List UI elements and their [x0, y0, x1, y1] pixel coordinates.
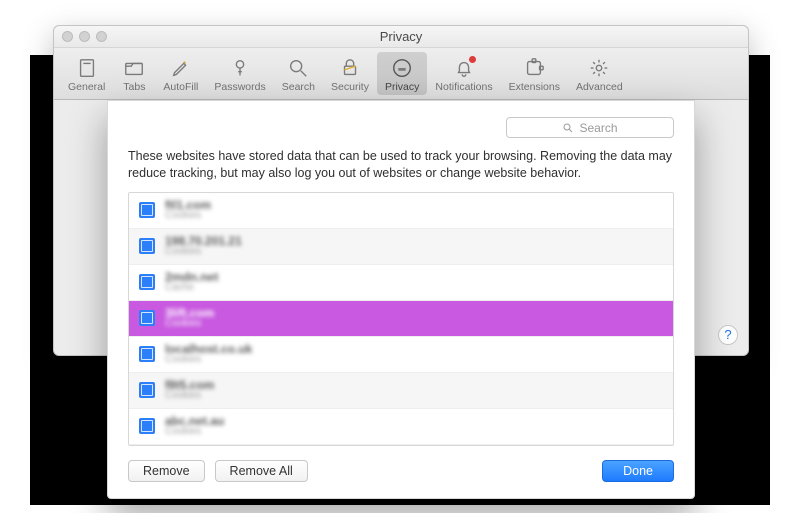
minimize-window-button[interactable] [79, 31, 90, 42]
site-icon [139, 418, 155, 434]
tab-label: General [68, 81, 105, 93]
sheet-button-bar: Remove Remove All Done [128, 460, 674, 482]
tab-label: Privacy [385, 81, 419, 93]
close-window-button[interactable] [62, 31, 73, 42]
list-item[interactable]: localhost.co.ukCookies [129, 337, 673, 373]
zoom-window-button[interactable] [96, 31, 107, 42]
help-button[interactable]: ? [718, 325, 738, 345]
tab-search[interactable]: Search [274, 52, 323, 95]
site-icon [139, 238, 155, 254]
remove-all-button[interactable]: Remove All [215, 460, 308, 482]
tab-extensions[interactable]: Extensions [501, 52, 568, 95]
tab-tabs[interactable]: Tabs [113, 52, 155, 95]
search-placeholder: Search [579, 121, 617, 135]
search-icon [562, 122, 574, 134]
site-icon [139, 310, 155, 326]
tab-label: AutoFill [163, 81, 198, 93]
site-icon [139, 346, 155, 362]
tab-label: Extensions [509, 81, 560, 93]
list-item[interactable]: abc.net.auCookies [129, 409, 673, 445]
tab-label: Tabs [123, 81, 145, 93]
tab-privacy[interactable]: Privacy [377, 52, 427, 95]
list-item[interactable]: 198.70.201.21Cookies [129, 229, 673, 265]
site-detail: Cookies [165, 319, 214, 330]
titlebar: Privacy [54, 26, 748, 48]
tab-label: Advanced [576, 81, 623, 93]
passwords-icon [227, 55, 253, 81]
window-controls [62, 31, 107, 42]
tab-notifications[interactable]: Notifications [427, 52, 500, 95]
window-title: Privacy [54, 26, 748, 48]
list-item[interactable]: 3lift.comCookies [129, 301, 673, 337]
tab-label: Security [331, 81, 369, 93]
tab-label: Search [282, 81, 315, 93]
site-detail: Cookies [165, 427, 224, 438]
advanced-icon [586, 55, 612, 81]
security-icon [337, 55, 363, 81]
website-data-sheet: Search These websites have stored data t… [107, 100, 695, 499]
site-detail: Cookies [165, 391, 214, 402]
list-item[interactable]: f8t5.comCookies [129, 373, 673, 409]
site-detail: Cache [165, 283, 218, 294]
site-icon [139, 202, 155, 218]
tab-passwords[interactable]: Passwords [206, 52, 273, 95]
extensions-icon [521, 55, 547, 81]
website-data-list[interactable]: ftl1.comCookies 198.70.201.21Cookies 2md… [128, 192, 674, 446]
list-item[interactable]: ftl1.comCookies [129, 193, 673, 229]
tab-label: Passwords [214, 81, 265, 93]
preferences-toolbar: General Tabs AutoFill Passwords Search S… [54, 48, 748, 100]
search-icon [285, 55, 311, 81]
tabs-icon [121, 55, 147, 81]
notifications-icon [451, 55, 477, 81]
tab-label: Notifications [435, 81, 492, 93]
site-detail: Cookies [165, 247, 242, 258]
site-icon [139, 274, 155, 290]
site-detail: Cookies [165, 211, 211, 222]
badge-icon [469, 56, 476, 63]
tab-advanced[interactable]: Advanced [568, 52, 631, 95]
sheet-description: These websites have stored data that can… [128, 148, 674, 182]
list-item[interactable]: 2mdn.netCache [129, 265, 673, 301]
site-detail: Cookies [165, 355, 252, 366]
search-input[interactable]: Search [506, 117, 674, 138]
privacy-icon [389, 55, 415, 81]
tab-general[interactable]: General [60, 52, 113, 95]
remove-button[interactable]: Remove [128, 460, 205, 482]
site-icon [139, 382, 155, 398]
tab-autofill[interactable]: AutoFill [155, 52, 206, 95]
general-icon [74, 55, 100, 81]
tab-security[interactable]: Security [323, 52, 377, 95]
done-button[interactable]: Done [602, 460, 674, 482]
autofill-icon [168, 55, 194, 81]
